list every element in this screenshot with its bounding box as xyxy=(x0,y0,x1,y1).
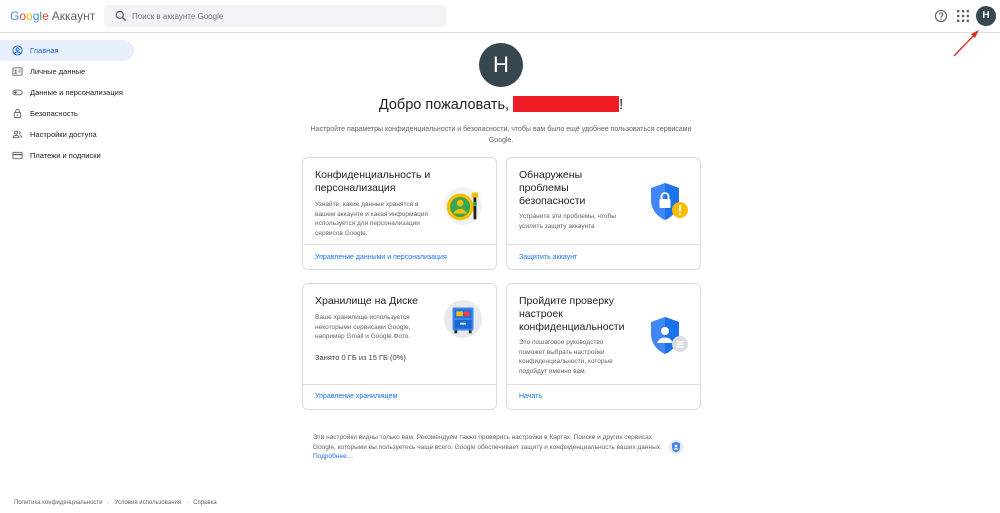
security-shield-warning-icon xyxy=(651,183,688,220)
lock-person-icon xyxy=(668,439,684,455)
welcome-suffix: ! xyxy=(619,97,624,113)
card-description: Устраните эти проблемы, чтобы усилить за… xyxy=(519,213,616,230)
annotation-arrow-icon xyxy=(953,30,979,57)
sidebar-item-label: Настройки доступа xyxy=(30,130,97,139)
credit-card-icon xyxy=(12,151,23,160)
sidebar-item-label: Главная xyxy=(30,46,59,55)
card-privacy[interactable]: Конфиденциальность и персонализация Узна… xyxy=(302,157,497,270)
privacy-personalization-illustration-icon xyxy=(443,186,483,226)
account-avatar-button[interactable]: H xyxy=(976,6,996,26)
profile-avatar[interactable]: H xyxy=(479,43,523,87)
id-card-icon xyxy=(12,67,23,76)
drive-storage-illustration-icon xyxy=(443,299,483,339)
redacted-name xyxy=(513,96,620,112)
manage-storage-link[interactable]: Управление хранилищем xyxy=(315,393,397,400)
card-title: Пройдите проверку настроек конфиденциаль… xyxy=(519,295,625,333)
sidebar-item-security[interactable]: Безопасность xyxy=(0,103,134,124)
card-title: Обнаружены проблемы безопасности xyxy=(519,169,586,207)
sidebar-item-payments[interactable]: Платежи и подписки xyxy=(0,145,134,166)
logo-letter: o xyxy=(26,9,33,23)
top-bar: GoogleАккаунт H xyxy=(0,0,1000,33)
welcome-text: Добро пожаловать, xyxy=(378,97,510,113)
footnote-text: Эти настройки видны только вам. Рекоменд… xyxy=(313,434,662,451)
protect-account-link[interactable]: Защитить аккаунт xyxy=(519,254,577,261)
product-name: Аккаунт xyxy=(51,9,96,23)
sidebar-item-data-personalization[interactable]: Данные и персонализация xyxy=(0,82,134,103)
home-person-icon xyxy=(12,45,23,56)
learn-more-link[interactable]: Подробнее… xyxy=(313,453,353,460)
sidebar-item-sharing[interactable]: Настройки доступа xyxy=(0,124,134,145)
card-title: Конфиденциальность и персонализация xyxy=(315,169,431,194)
card-security[interactable]: Обнаружены проблемы безопасности Устрани… xyxy=(506,157,701,270)
card-title: Хранилище на Диске xyxy=(315,295,418,307)
lock-icon xyxy=(13,108,22,119)
card-divider xyxy=(303,384,496,385)
card-privacy-checkup[interactable]: Пройдите проверку настроек конфиденциаль… xyxy=(506,283,701,410)
sidebar-item-label: Личные данные xyxy=(30,67,86,76)
footer-link-terms[interactable]: Условия использования xyxy=(115,500,182,506)
sidebar-item-label: Данные и персонализация xyxy=(30,88,123,97)
card-divider xyxy=(507,384,700,385)
logo-letter: e xyxy=(42,9,49,23)
help-icon[interactable] xyxy=(934,9,948,23)
footer-link-privacy[interactable]: Политика конфиденциальности xyxy=(14,500,103,506)
apps-grid-icon[interactable] xyxy=(957,10,969,22)
people-icon xyxy=(12,130,23,139)
search-icon[interactable] xyxy=(114,9,128,23)
start-checkup-link[interactable]: Начать xyxy=(519,393,542,400)
sidebar-item-label: Безопасность xyxy=(30,109,78,118)
page-footer: Политика конфиденциальности · Условия ис… xyxy=(14,500,217,506)
footer-separator: · xyxy=(107,500,110,506)
sidebar-nav: Главная Личные данные Данные и персонали… xyxy=(0,40,134,166)
storage-usage: Занято 0 ГБ из 15 ГБ (0%) xyxy=(315,353,406,362)
footer-separator: · xyxy=(186,500,189,506)
search-bar[interactable] xyxy=(104,5,446,27)
sidebar-item-label: Платежи и подписки xyxy=(30,151,101,160)
card-description: Узнайте, какие данные хранятся в вашем а… xyxy=(315,201,428,237)
toggle-icon xyxy=(12,89,23,96)
card-description: Ваше хранилище используется некоторыми с… xyxy=(315,314,411,340)
card-divider xyxy=(507,244,700,245)
welcome-heading: Добро пожаловать, ! xyxy=(302,96,700,113)
sidebar-item-home[interactable]: Главная xyxy=(0,40,134,61)
privacy-checkup-shield-icon xyxy=(651,317,688,354)
manage-data-link[interactable]: Управление данными и персонализация xyxy=(315,254,447,261)
card-storage[interactable]: Хранилище на Диске Ваше хранилище исполь… xyxy=(302,283,497,410)
footer-link-help[interactable]: Справка xyxy=(193,500,217,506)
card-divider xyxy=(303,244,496,245)
sidebar-item-personal-info[interactable]: Личные данные xyxy=(0,61,134,82)
google-account-logo[interactable]: Google Аккаунт xyxy=(10,9,95,23)
page-subtitle: Настройте параметры конфиденциальности и… xyxy=(310,126,692,144)
privacy-footnote: Эти настройки видны только вам. Рекоменд… xyxy=(313,433,663,462)
logo-letter: G xyxy=(10,9,20,23)
card-description: Это пошаговое руководство поможет выбрат… xyxy=(519,339,613,375)
search-input[interactable] xyxy=(132,8,432,24)
